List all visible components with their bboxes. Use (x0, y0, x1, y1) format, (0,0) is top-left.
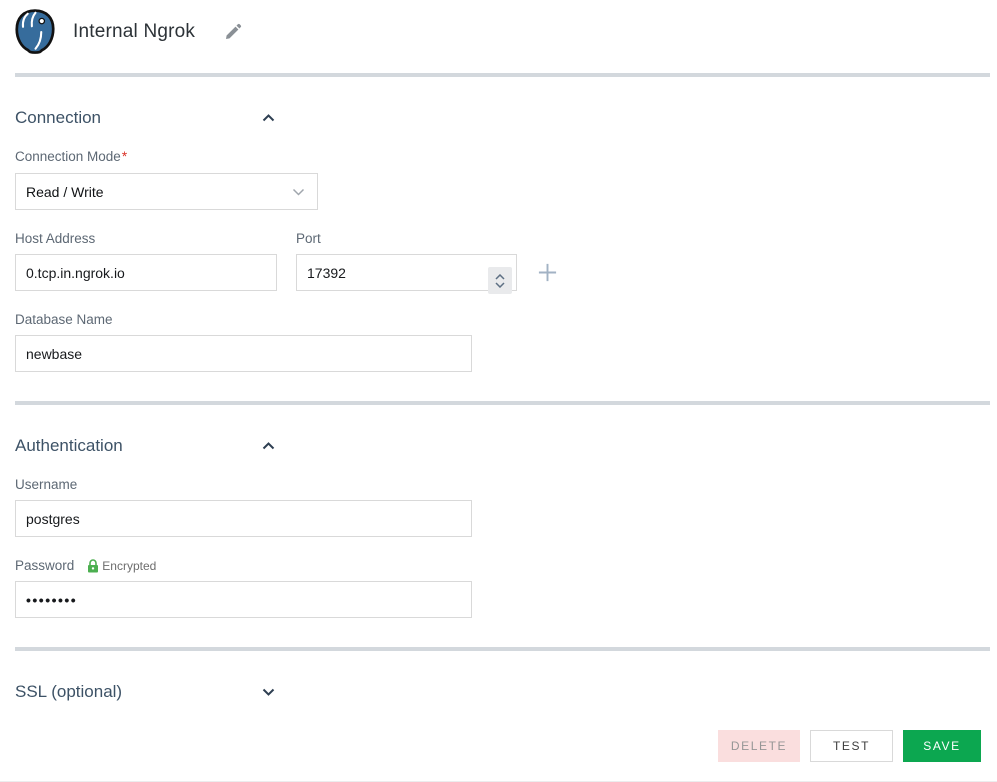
host-field: Host Address (15, 210, 277, 291)
host-address-label: Host Address (15, 231, 96, 246)
encrypted-badge-label: Encrypted (102, 558, 157, 573)
connection-name-title: Internal Ngrok (73, 21, 196, 42)
section-connection-title: Connection (15, 108, 102, 127)
section-authentication-title: Authentication (15, 436, 123, 455)
port-label: Port (296, 231, 321, 246)
section-ssl-header[interactable]: SSL (optional) (15, 682, 275, 702)
pencil-icon (226, 23, 242, 39)
password-input[interactable] (15, 581, 472, 618)
divider (15, 401, 990, 405)
port-input[interactable] (296, 254, 517, 291)
section-authentication-header[interactable]: Authentication (15, 436, 275, 456)
action-bar: DELETE TEST SAVE (0, 730, 997, 762)
delete-button[interactable]: DELETE (718, 730, 800, 762)
username-label: Username (15, 477, 78, 492)
edit-name-button[interactable] (223, 22, 243, 42)
add-host-button[interactable] (537, 254, 558, 291)
password-label: Password (15, 558, 75, 573)
section-connection-header[interactable]: Connection (15, 108, 275, 128)
stepper-up-icon (495, 273, 505, 280)
connection-mode-value: Read / Write (26, 183, 104, 200)
chevron-up-icon (262, 114, 275, 122)
section-authentication: Authentication Username Password Encrypt… (0, 436, 997, 618)
form-header: Internal Ngrok (0, 0, 997, 58)
connection-mode-select[interactable]: Read / Write (15, 173, 318, 210)
database-name-label: Database Name (15, 312, 113, 327)
encrypted-badge: Encrypted (87, 559, 156, 573)
divider (15, 647, 990, 651)
port-field: Port (296, 210, 517, 294)
connection-mode-label: Connection Mode* (15, 149, 128, 164)
chevron-down-icon (292, 188, 305, 196)
port-stepper[interactable] (488, 267, 512, 294)
password-label-row: Password Encrypted (15, 558, 997, 573)
lock-icon (88, 558, 99, 572)
section-ssl-title: SSL (optional) (15, 682, 123, 701)
divider (15, 73, 990, 77)
chevron-up-icon (262, 442, 275, 450)
host-address-input[interactable] (15, 254, 277, 291)
section-ssl: SSL (optional) (0, 682, 997, 702)
stepper-down-icon (495, 281, 505, 288)
database-connection-form: Internal Ngrok Connection Connection Mod… (0, 0, 997, 782)
database-name-input[interactable] (15, 335, 472, 372)
test-button[interactable]: TEST (810, 730, 893, 762)
plus-icon (538, 263, 557, 282)
save-button[interactable]: SAVE (903, 730, 981, 762)
postgresql-logo (15, 9, 55, 54)
required-asterisk: * (121, 149, 128, 164)
section-connection: Connection Connection Mode* Read / Write… (0, 108, 997, 372)
username-input[interactable] (15, 500, 472, 537)
chevron-down-icon (262, 688, 275, 696)
